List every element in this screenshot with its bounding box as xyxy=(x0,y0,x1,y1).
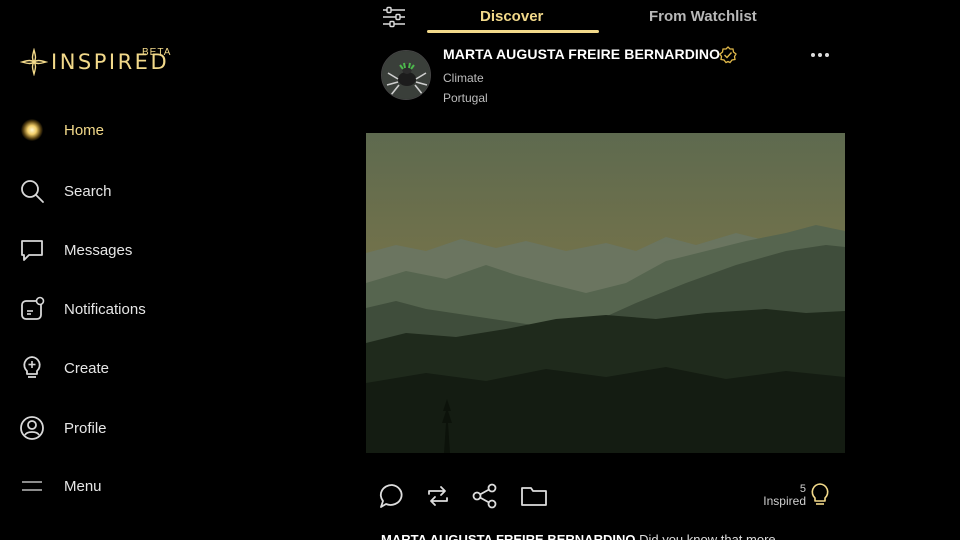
post-caption: MARTA AUGUSTA FREIRE BERNARDINO Did you … xyxy=(381,532,776,540)
active-tab-indicator xyxy=(427,30,599,33)
comment-icon[interactable] xyxy=(378,482,406,510)
sidebar-item-label: Create xyxy=(64,359,110,377)
beta-badge: BETA xyxy=(142,47,172,58)
sidebar-item-messages[interactable]: Messages xyxy=(18,232,278,268)
post-location: Portugal xyxy=(443,91,488,105)
share-icon[interactable] xyxy=(471,482,499,510)
tab-from-watchlist[interactable]: From Watchlist xyxy=(649,8,757,25)
sidebar-item-profile[interactable]: Profile xyxy=(18,410,278,446)
folder-save-icon[interactable] xyxy=(520,482,548,510)
sidebar-item-menu[interactable]: Menu xyxy=(18,468,278,504)
author-avatar[interactable] xyxy=(381,50,431,100)
inspired-label: Inspired xyxy=(763,494,806,508)
mountain-landscape-image xyxy=(366,133,845,453)
sidebar-item-label: Messages xyxy=(64,241,133,259)
notification-icon xyxy=(18,295,46,323)
caption-text: Did you know that more xyxy=(639,532,776,540)
caption-author[interactable]: MARTA AUGUSTA FREIRE BERNARDINO xyxy=(381,532,635,540)
sidebar-item-label: Notifications xyxy=(64,300,146,318)
filter-sliders-icon[interactable] xyxy=(382,6,406,28)
sidebar-item-label: Search xyxy=(64,182,112,200)
menu-icon xyxy=(18,472,46,500)
sidebar-item-notifications[interactable]: Notifications xyxy=(18,291,278,327)
repost-icon[interactable] xyxy=(424,482,452,510)
sidebar: INSPIRED BETA Home Search Messages Notif… xyxy=(0,0,300,540)
sidebar-item-create[interactable]: Create xyxy=(18,350,278,386)
home-glow-icon xyxy=(18,116,46,144)
search-icon xyxy=(18,177,46,205)
post-topic[interactable]: Climate xyxy=(443,71,484,85)
tab-discover[interactable]: Discover xyxy=(480,8,543,25)
message-icon xyxy=(18,236,46,264)
lightbulb-plus-icon xyxy=(18,354,46,382)
logo-icon xyxy=(20,48,48,76)
verified-badge-icon xyxy=(719,46,737,64)
sidebar-item-label: Home xyxy=(64,121,105,139)
brand-logo[interactable]: INSPIRED BETA xyxy=(20,47,172,76)
post-image[interactable] xyxy=(366,133,845,453)
sidebar-item-search[interactable]: Search xyxy=(18,173,278,209)
post-author-name[interactable]: MARTA AUGUSTA FREIRE BERNARDINO xyxy=(443,46,720,62)
lightbulb-icon[interactable] xyxy=(809,482,831,508)
more-options-icon[interactable] xyxy=(808,46,832,64)
user-circle-icon xyxy=(18,414,46,442)
avatar-image xyxy=(382,51,430,99)
sidebar-item-label: Profile xyxy=(64,419,107,437)
sidebar-item-label: Menu xyxy=(64,477,102,495)
sidebar-item-home[interactable]: Home xyxy=(18,112,278,148)
